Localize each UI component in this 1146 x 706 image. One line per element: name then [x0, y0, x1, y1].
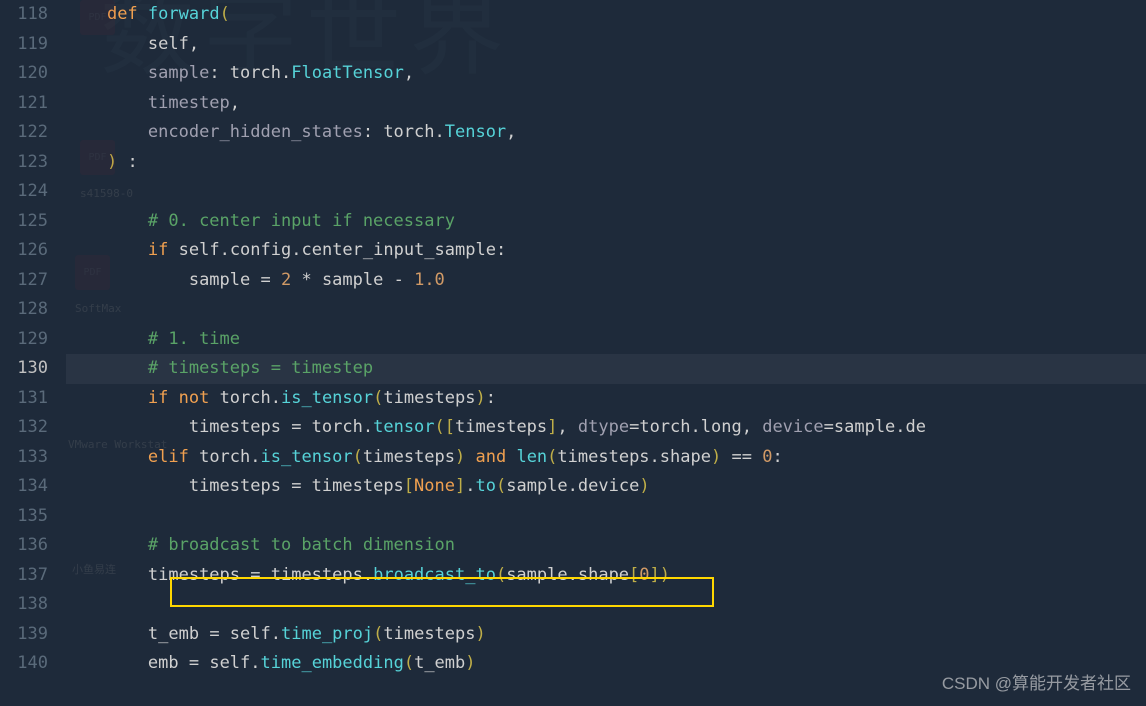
- line-number: 120: [0, 59, 48, 89]
- code-line[interactable]: encoder_hidden_states: torch.Tensor,: [66, 118, 1146, 148]
- code-line[interactable]: # 1. time: [66, 325, 1146, 355]
- desktop-icon-bg: VMware Workstat: [68, 430, 167, 460]
- line-number: 130: [0, 354, 48, 384]
- code-editor[interactable]: 1181191201211221231241251261271281291301…: [0, 0, 1146, 706]
- line-number: 138: [0, 590, 48, 620]
- desktop-icon-bg: PDFSoftMax: [75, 255, 121, 324]
- desktop-icon-bg: PDF: [80, 0, 115, 39]
- line-number: 137: [0, 561, 48, 591]
- line-number-gutter: 1181191201211221231241251261271281291301…: [0, 0, 58, 706]
- code-line[interactable]: timesteps = timesteps.broadcast_to(sampl…: [66, 561, 1146, 591]
- code-line[interactable]: # 0. center input if necessary: [66, 207, 1146, 237]
- line-number: 123: [0, 148, 48, 178]
- line-number: 140: [0, 649, 48, 679]
- line-number: 119: [0, 30, 48, 60]
- line-number: 121: [0, 89, 48, 119]
- code-line[interactable]: [66, 295, 1146, 325]
- code-line[interactable]: timesteps = timesteps[None].to(sample.de…: [66, 472, 1146, 502]
- code-line[interactable]: [66, 590, 1146, 620]
- line-number: 124: [0, 177, 48, 207]
- desktop-icon-bg: PDFs41598-0: [80, 140, 133, 209]
- line-number: 122: [0, 118, 48, 148]
- code-content[interactable]: def forward( self, sample: torch.FloatTe…: [58, 0, 1146, 706]
- code-line[interactable]: timesteps = torch.tensor([timesteps], dt…: [66, 413, 1146, 443]
- line-number: 125: [0, 207, 48, 237]
- line-number: 127: [0, 266, 48, 296]
- line-number: 134: [0, 472, 48, 502]
- line-number: 133: [0, 443, 48, 473]
- line-number: 126: [0, 236, 48, 266]
- code-line[interactable]: t_emb = self.time_proj(timesteps): [66, 620, 1146, 650]
- code-line[interactable]: self,: [66, 30, 1146, 60]
- line-number: 118: [0, 0, 48, 30]
- line-number: 131: [0, 384, 48, 414]
- line-number: 136: [0, 531, 48, 561]
- line-number: 128: [0, 295, 48, 325]
- footer-watermark: CSDN @算能开发者社区: [942, 669, 1131, 699]
- desktop-icon-bg: 小鱼易连: [72, 555, 116, 585]
- code-line[interactable]: elif torch.is_tensor(timesteps) and len(…: [66, 443, 1146, 473]
- code-line[interactable]: if self.config.center_input_sample:: [66, 236, 1146, 266]
- line-number: 129: [0, 325, 48, 355]
- code-line[interactable]: # broadcast to batch dimension: [66, 531, 1146, 561]
- code-line[interactable]: sample: torch.FloatTensor,: [66, 59, 1146, 89]
- code-line[interactable]: timestep,: [66, 89, 1146, 119]
- line-number: 132: [0, 413, 48, 443]
- line-number: 139: [0, 620, 48, 650]
- code-line[interactable]: # timesteps = timestep: [66, 354, 1146, 384]
- line-number: 135: [0, 502, 48, 532]
- code-line[interactable]: sample = 2 * sample - 1.0: [66, 266, 1146, 296]
- code-line[interactable]: [66, 177, 1146, 207]
- code-line[interactable]: ) :: [66, 148, 1146, 178]
- code-line[interactable]: if not torch.is_tensor(timesteps):: [66, 384, 1146, 414]
- code-line[interactable]: def forward(: [66, 0, 1146, 30]
- code-line[interactable]: [66, 502, 1146, 532]
